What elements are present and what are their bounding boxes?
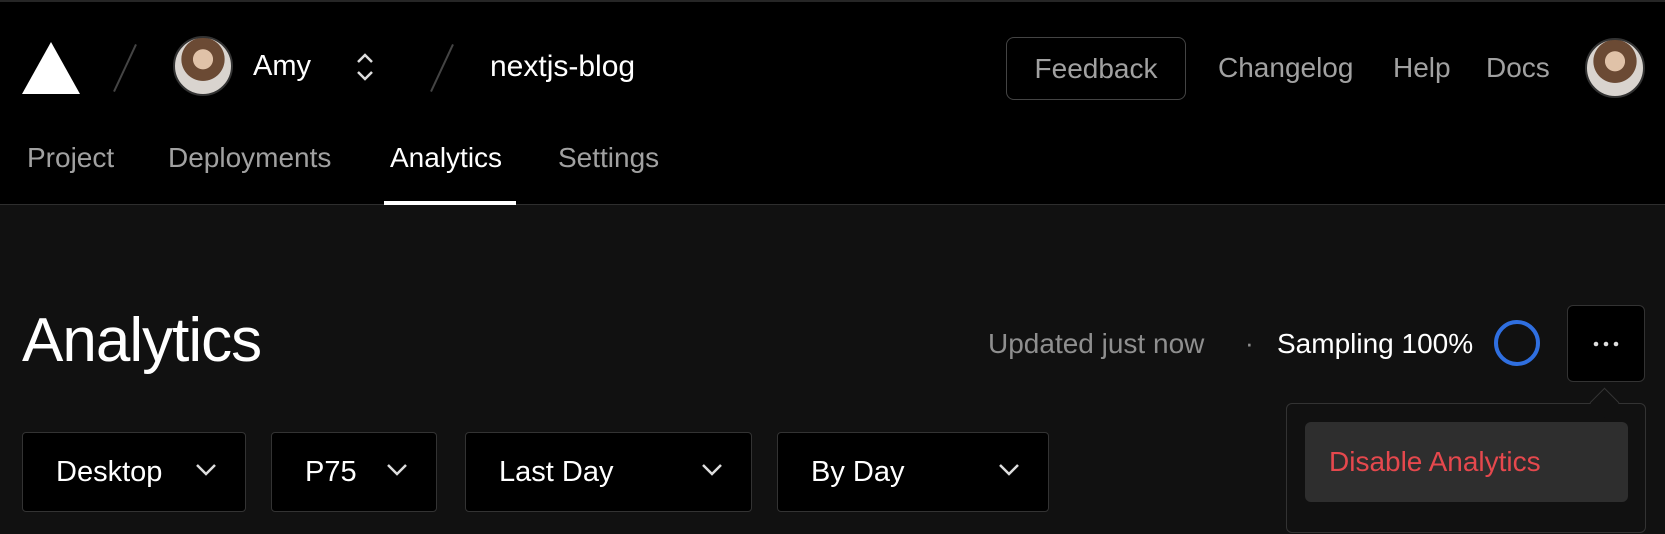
- docs-link[interactable]: Docs: [1486, 52, 1550, 84]
- breadcrumb-divider: [430, 44, 454, 92]
- page-title: Analytics: [22, 306, 262, 375]
- ellipsis-icon: [1593, 341, 1619, 346]
- team-avatar[interactable]: [173, 36, 233, 96]
- chevron-down-icon: [387, 464, 407, 476]
- active-tab-indicator: [384, 201, 516, 205]
- device-select-value: Desktop: [56, 455, 163, 488]
- status-separator: ·: [1245, 328, 1254, 358]
- percentile-select-value: P75: [305, 455, 357, 488]
- chevron-down-icon: [702, 464, 722, 476]
- time-range-select-value: Last Day: [499, 455, 614, 488]
- chevron-down-icon: [999, 464, 1019, 476]
- disable-analytics-menu-item[interactable]: Disable Analytics: [1305, 422, 1628, 502]
- options-popover: Disable Analytics: [1286, 403, 1646, 533]
- user-avatar[interactable]: [1585, 38, 1645, 98]
- granularity-select[interactable]: By Day: [777, 432, 1049, 512]
- vercel-logo-icon[interactable]: [22, 42, 80, 94]
- project-name[interactable]: nextjs-blog: [490, 50, 635, 84]
- tab-project[interactable]: Project: [27, 142, 114, 174]
- chevron-up-down-icon[interactable]: [353, 50, 377, 84]
- help-link[interactable]: Help: [1393, 52, 1451, 84]
- tab-settings[interactable]: Settings: [558, 142, 659, 174]
- breadcrumb-divider: [113, 44, 137, 92]
- granularity-select-value: By Day: [811, 455, 905, 488]
- time-range-select[interactable]: Last Day: [465, 432, 752, 512]
- team-name[interactable]: Amy: [253, 50, 311, 83]
- updated-status: Updated just now: [988, 328, 1205, 359]
- sampling-ring-icon: [1494, 320, 1540, 366]
- tab-deployments[interactable]: Deployments: [168, 142, 331, 174]
- tab-analytics[interactable]: Analytics: [390, 142, 502, 174]
- device-select[interactable]: Desktop: [22, 432, 246, 512]
- chevron-down-icon: [196, 464, 216, 476]
- percentile-select[interactable]: P75: [271, 432, 437, 512]
- more-options-button[interactable]: [1567, 305, 1645, 382]
- sampling-status: Sampling 100%: [1277, 328, 1474, 359]
- top-header: Amy nextjs-blog Feedback Changelog Help …: [0, 0, 1665, 205]
- feedback-button[interactable]: Feedback: [1006, 37, 1186, 100]
- changelog-link[interactable]: Changelog: [1218, 52, 1353, 84]
